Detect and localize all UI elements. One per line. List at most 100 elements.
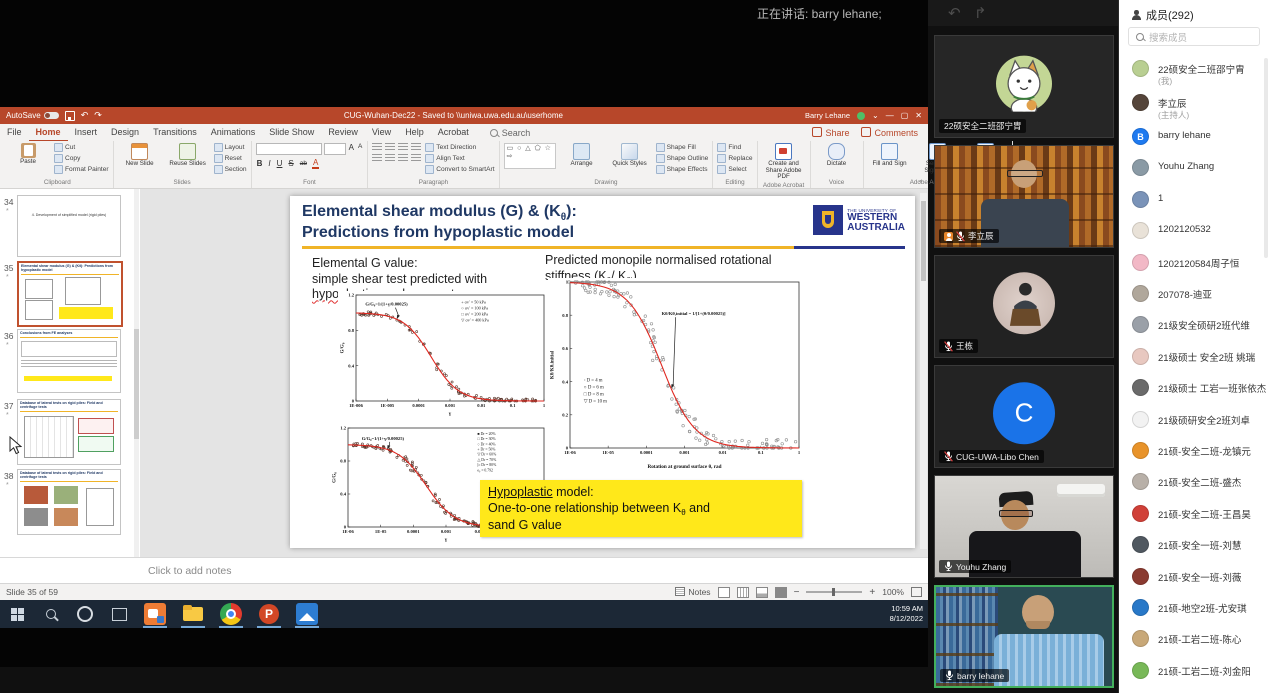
start-button[interactable] xyxy=(0,600,34,628)
replace-button[interactable]: Replace xyxy=(717,154,752,163)
font-name-box[interactable] xyxy=(256,143,322,155)
video-feed-[interactable]: 王栋 xyxy=(934,255,1114,358)
taskbar-search-button[interactable] xyxy=(34,600,68,628)
normal-view-button[interactable] xyxy=(718,587,730,598)
member-row[interactable]: 21级硕士 工岩一班张依杰 xyxy=(1119,377,1268,408)
zoom-out-button[interactable]: − xyxy=(794,587,800,598)
member-row[interactable]: 21硕-工岩二班-刘金阳 xyxy=(1119,660,1268,691)
align-center-icon[interactable] xyxy=(385,154,395,162)
justify-icon[interactable] xyxy=(411,154,421,162)
shape-gallery[interactable]: ▭ ○ △ ⬠ ☆ ⇨ xyxy=(504,143,556,169)
zoom-slider[interactable] xyxy=(806,591,862,593)
cortana-button[interactable] xyxy=(68,600,102,628)
video-feed-barry-lehane[interactable]: barry lehane xyxy=(934,585,1114,688)
underline-button[interactable]: U xyxy=(276,159,284,168)
reuse-slides-button[interactable]: Reuse Slides xyxy=(166,143,210,168)
font-color-button[interactable]: A xyxy=(312,158,319,169)
member-row[interactable]: 22硕安全二班邵宁胄(我) xyxy=(1119,58,1268,92)
member-row[interactable]: 21硕-安全二班-王昌昊 xyxy=(1119,503,1268,534)
member-row[interactable]: 21级安全硕研2班代维 xyxy=(1119,314,1268,345)
member-row[interactable]: 21硕-地空2班-尤安琪 xyxy=(1119,597,1268,628)
bold-button[interactable]: B xyxy=(256,159,264,168)
redo-icon[interactable]: ↷ xyxy=(94,110,102,121)
member-row[interactable]: 1202120584周子恒 xyxy=(1119,252,1268,283)
highlight-note[interactable]: Hypoplastic model: One-to-one relationsh… xyxy=(480,480,802,537)
account-name[interactable]: Barry Lehane xyxy=(805,111,850,120)
font-size-box[interactable] xyxy=(324,143,346,155)
slideshow-view-button[interactable] xyxy=(775,587,787,598)
tab-file[interactable]: File xyxy=(0,124,29,142)
shrink-font-button[interactable]: A xyxy=(357,143,363,155)
member-row[interactable]: 21硕-安全一班-刘薇 xyxy=(1119,566,1268,597)
member-row[interactable]: 21硕-安全一班-刘慧 xyxy=(1119,534,1268,565)
ribbon-options-icon[interactable]: ⌄ xyxy=(872,111,879,120)
italic-button[interactable]: I xyxy=(267,159,271,168)
notes-pane[interactable]: Click to add notes xyxy=(0,557,928,583)
find-button[interactable]: Find xyxy=(717,143,752,152)
task-view-button[interactable] xyxy=(102,600,136,628)
taskbar-app-meeting[interactable] xyxy=(136,600,174,628)
video-feed-youhu-zhang[interactable]: Youhu Zhang xyxy=(934,475,1114,578)
convert-to-smartart-button[interactable]: Convert to SmartArt xyxy=(425,165,494,174)
slide-canvas[interactable]: Elemental shear modulus (G) & (Kθ): Pred… xyxy=(290,196,915,548)
slide-thumbnail-38[interactable]: Database of lateral tests on rigid piles… xyxy=(17,469,121,535)
bullets-icon[interactable] xyxy=(372,143,382,151)
fit-to-window-icon[interactable] xyxy=(911,587,922,597)
slide-thumbnail-36[interactable]: Conclusions from FE analyses xyxy=(17,329,121,393)
member-row[interactable]: 207078-迪亚 xyxy=(1119,283,1268,314)
taskbar-app-powerpoint[interactable] xyxy=(250,600,288,628)
video-feed-cug-uwa-libo-chen[interactable]: CCUG-UWA-Libo Chen xyxy=(934,365,1114,468)
format-painter-button[interactable]: Format Painter xyxy=(54,165,109,174)
new-slide-button[interactable]: New Slide xyxy=(118,143,162,168)
slide-sorter-view-button[interactable] xyxy=(737,587,749,598)
slide-thumbnail-pane[interactable]: 34*4. Development of simplified model (r… xyxy=(0,189,141,557)
align-right-icon[interactable] xyxy=(398,154,408,162)
shape-fill-button[interactable]: Shape Fill xyxy=(656,143,709,152)
undo-icon[interactable]: ↶ xyxy=(81,110,89,121)
shape-outline-button[interactable]: Shape Outline xyxy=(656,154,709,163)
shape-effects-button[interactable]: Shape Effects xyxy=(656,165,709,174)
autosave-toggle[interactable]: AutoSave xyxy=(6,111,59,120)
slide-scrollbar[interactable] xyxy=(920,193,927,549)
layout-button[interactable]: Layout xyxy=(214,143,247,152)
taskbar-app-photos[interactable] xyxy=(288,600,326,628)
clear-formatting-button[interactable]: ab xyxy=(299,160,308,167)
align-left-icon[interactable] xyxy=(372,154,382,162)
tab-home[interactable]: Home xyxy=(29,124,68,142)
video-feed-22[interactable]: 22硕安全二班邵宁胄 xyxy=(934,35,1114,138)
zoom-level[interactable]: 100% xyxy=(882,587,904,597)
ppt-titlebar[interactable]: AutoSave ↶ ↷ CUG-Wuhan-Dec22 - Saved to … xyxy=(0,107,928,124)
tab-insert[interactable]: Insert xyxy=(68,124,105,142)
member-row[interactable]: 21硕-安全二班-龙镇元 xyxy=(1119,440,1268,471)
tab-slide-show[interactable]: Slide Show xyxy=(262,124,321,142)
arrange-button[interactable]: Arrange xyxy=(560,143,604,168)
notes-toggle-button[interactable]: Notes xyxy=(675,587,710,597)
zoom-slider-thumb[interactable] xyxy=(832,588,835,596)
indent-decrease-icon[interactable] xyxy=(398,143,408,151)
grow-font-button[interactable]: A xyxy=(348,143,355,155)
member-row[interactable]: 李立辰(主持人) xyxy=(1119,92,1268,126)
tab-acrobat[interactable]: Acrobat xyxy=(431,124,476,142)
align-text-button[interactable]: Align Text xyxy=(425,154,494,163)
paste-button[interactable]: Paste xyxy=(6,143,50,166)
member-row[interactable]: Bbarry lehane xyxy=(1119,126,1268,157)
member-row[interactable]: 1 xyxy=(1119,189,1268,220)
tab-view[interactable]: View xyxy=(365,124,398,142)
numbering-icon[interactable] xyxy=(385,143,395,151)
annotation-arrow-icon[interactable]: ↱ xyxy=(974,4,987,22)
member-row[interactable]: 21硕-安全二班-盛杰 xyxy=(1119,471,1268,502)
fill-and-sign-button[interactable]: Fill and Sign xyxy=(868,143,912,168)
create-and-share-adobe-pdf-button[interactable]: Create and Share Adobe PDF xyxy=(762,143,806,181)
member-row[interactable]: 1202120532 xyxy=(1119,220,1268,251)
annotation-undo-icon[interactable]: ↶ xyxy=(948,4,961,22)
taskbar-app-chrome[interactable] xyxy=(212,600,250,628)
slide-thumbnail-35[interactable]: Elemental shear modulus (G) & (Kθ): Pred… xyxy=(17,261,123,327)
member-row[interactable]: 21级硕研安全2班刘卓 xyxy=(1119,409,1268,440)
taskbar-app-file-explorer[interactable] xyxy=(174,600,212,628)
reading-view-button[interactable] xyxy=(756,587,768,598)
copy-button[interactable]: Copy xyxy=(54,154,109,163)
save-icon[interactable] xyxy=(65,111,75,121)
reset-button[interactable]: Reset xyxy=(214,154,247,163)
member-row[interactable]: 21硕-工岩二班-陈心 xyxy=(1119,628,1268,659)
ppt-search[interactable]: Search xyxy=(490,128,531,138)
